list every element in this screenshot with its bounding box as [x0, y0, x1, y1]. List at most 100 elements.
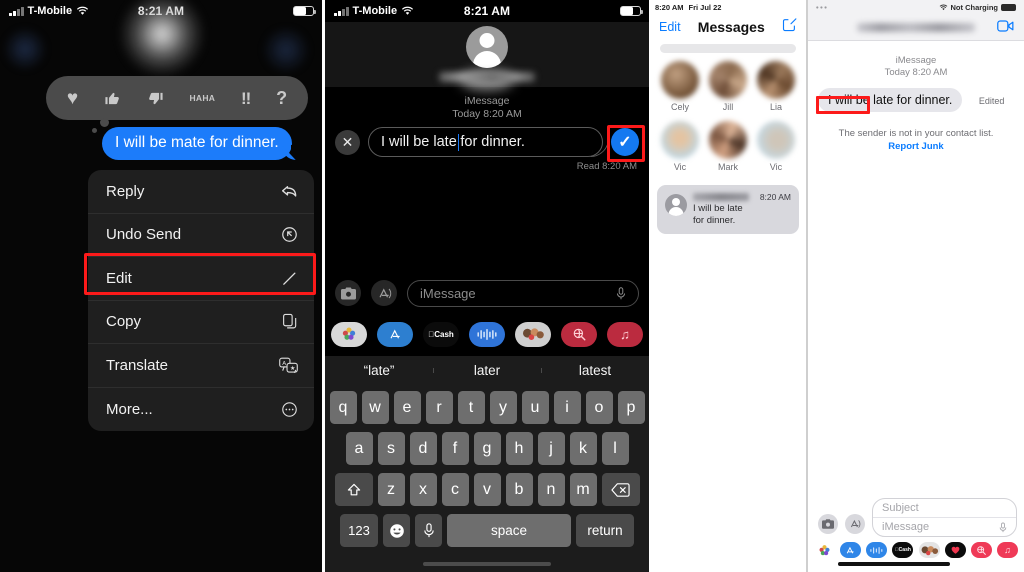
key-m[interactable]: m — [569, 473, 597, 506]
conversation-header[interactable] — [325, 22, 649, 90]
imessage-input[interactable]: iMessage — [873, 517, 1016, 536]
confirm-checkmark-button[interactable]: ✓ — [611, 128, 639, 156]
pinned-item[interactable]: Jill — [704, 61, 752, 112]
memoji-stickers-icon[interactable] — [515, 321, 551, 347]
key-f[interactable]: f — [441, 432, 469, 465]
microphone-icon[interactable] — [999, 522, 1007, 533]
keyboard-row-3: z x c v b n m — [328, 473, 646, 506]
copy-pages-icon — [282, 313, 298, 330]
key-e[interactable]: e — [393, 391, 421, 424]
key-a[interactable]: a — [345, 432, 373, 465]
shift-arrow-icon[interactable] — [334, 473, 373, 506]
contact-avatar[interactable] — [466, 26, 508, 68]
key-d[interactable]: d — [409, 432, 437, 465]
camera-icon[interactable] — [818, 514, 838, 534]
tapback-heart-icon[interactable]: ♥ — [67, 89, 78, 108]
key-r[interactable]: r — [425, 391, 453, 424]
pinned-item[interactable]: Cely — [656, 61, 704, 112]
key-u[interactable]: u — [521, 391, 549, 424]
backspace-icon[interactable] — [601, 473, 640, 506]
key-p[interactable]: p — [617, 391, 645, 424]
pinned-item[interactable]: Mark — [704, 121, 752, 172]
sender-name-redacted — [693, 193, 749, 201]
memoji-stickers-icon[interactable] — [918, 542, 940, 558]
camera-icon[interactable] — [335, 280, 361, 306]
key-o[interactable]: o — [585, 391, 613, 424]
imessage-input[interactable]: iMessage — [407, 279, 639, 307]
report-junk-link[interactable]: Report Junk — [808, 141, 1024, 152]
digital-touch-icon[interactable] — [944, 542, 966, 558]
prediction-1[interactable]: later — [433, 363, 541, 378]
key-h[interactable]: h — [505, 432, 533, 465]
pinned-item[interactable]: Vic — [752, 121, 800, 172]
pinned-item[interactable]: Lia — [752, 61, 800, 112]
menu-item-more[interactable]: More... — [88, 388, 314, 432]
app-store-icon[interactable] — [377, 321, 413, 347]
image-search-icon[interactable] — [561, 321, 597, 347]
tapback-thumbs-down-icon[interactable] — [147, 90, 164, 107]
tapback-thumbs-up-icon[interactable] — [104, 90, 121, 107]
clock-label: 8:20 AM — [655, 2, 684, 12]
conversation-list-item[interactable]: 8:20 AM I will be late for dinner. — [657, 185, 799, 234]
subject-input[interactable]: Subject — [873, 499, 1016, 517]
key-i[interactable]: i — [553, 391, 581, 424]
key-g[interactable]: g — [473, 432, 501, 465]
key-s[interactable]: s — [377, 432, 405, 465]
menu-item-copy[interactable]: Copy — [88, 301, 314, 344]
prediction-0[interactable]: “late” — [325, 363, 433, 378]
space-key[interactable]: space — [447, 514, 571, 547]
app-store-icon[interactable] — [840, 542, 862, 558]
photos-app-icon[interactable] — [814, 542, 835, 558]
key-w[interactable]: w — [361, 391, 389, 424]
microphone-icon[interactable] — [616, 286, 626, 300]
tapback-haha-icon[interactable]: HA HA — [189, 94, 215, 103]
tapback-question-icon[interactable]: ? — [276, 89, 287, 107]
key-v[interactable]: v — [473, 473, 501, 506]
key-y[interactable]: y — [489, 391, 517, 424]
received-message-bubble[interactable]: I will be late for dinner. — [818, 88, 963, 112]
audio-message-icon[interactable] — [469, 321, 505, 347]
key-z[interactable]: z — [377, 473, 405, 506]
key-c[interactable]: c — [441, 473, 469, 506]
conversation-top-row: 8:20 AM — [693, 192, 791, 202]
key-k[interactable]: k — [569, 432, 597, 465]
numbers-key[interactable]: 123 — [340, 514, 378, 547]
image-search-icon[interactable] — [970, 542, 992, 558]
edit-message-input[interactable]: I will be late for dinner. — [368, 127, 603, 157]
key-l[interactable]: l — [601, 432, 629, 465]
dictation-microphone-icon[interactable] — [415, 514, 442, 547]
key-j[interactable]: j — [537, 432, 565, 465]
music-wave-icon[interactable] — [866, 542, 888, 558]
menu-item-edit[interactable]: Edit — [88, 257, 314, 301]
menu-item-undo-send[interactable]: Undo Send — [88, 214, 314, 257]
menu-item-reply[interactable]: Reply — [88, 170, 314, 214]
search-input[interactable] — [660, 44, 796, 53]
key-x[interactable]: x — [409, 473, 437, 506]
key-q[interactable]: q — [329, 391, 357, 424]
menu-item-translate[interactable]: Translate A ★ — [88, 344, 314, 388]
sent-message-bubble[interactable]: I will be mate for dinner. — [102, 127, 301, 160]
compose-pencil-square-icon[interactable] — [782, 17, 797, 37]
photos-app-icon[interactable] — [331, 321, 367, 347]
apple-cash-icon[interactable]: Cash — [423, 321, 459, 347]
apple-cash-icon[interactable]: Cash — [892, 542, 914, 558]
tapback-reaction-bar[interactable]: ♥ HA HA !! ? — [46, 76, 308, 120]
key-n[interactable]: n — [537, 473, 565, 506]
music-icon[interactable]: ♫ — [996, 542, 1018, 558]
key-t[interactable]: t — [457, 391, 485, 424]
pinned-item[interactable]: Vic — [656, 121, 704, 172]
tapback-exclamation-icon[interactable]: !! — [241, 90, 251, 107]
close-x-icon[interactable]: ✕ — [335, 129, 360, 155]
emoji-smiley-icon[interactable] — [383, 514, 410, 547]
key-b[interactable]: b — [505, 473, 533, 506]
pinned-name: Vic — [673, 162, 687, 172]
music-icon[interactable]: ♫ — [607, 321, 643, 347]
edit-button[interactable]: Edit — [659, 20, 681, 34]
app-store-icon[interactable] — [845, 514, 865, 534]
prediction-2[interactable]: latest — [541, 363, 649, 378]
edited-label[interactable]: Edited — [979, 96, 1005, 106]
menu-item-label: Reply — [106, 182, 145, 200]
app-store-icon[interactable] — [371, 280, 397, 306]
return-key[interactable]: return — [576, 514, 634, 547]
facetime-video-icon[interactable] — [997, 19, 1014, 37]
